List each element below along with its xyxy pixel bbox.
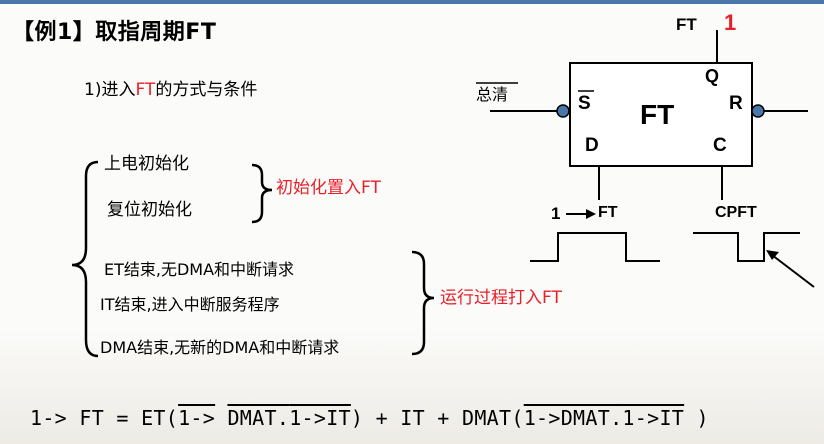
pin-c-label: C — [713, 135, 727, 156]
init-item-power-on: 上电初始化 — [104, 154, 189, 174]
formula-lhs: 1-> FT = ET( — [30, 406, 179, 430]
pin-s-label: S — [578, 93, 591, 114]
q-output-name: FT — [676, 15, 697, 34]
pin-r-label: R — [729, 93, 743, 114]
formula-not-dmat: DMAT. — [227, 406, 290, 430]
init-right-brace — [251, 163, 273, 224]
formula-mid: ) + IT + DMAT( — [350, 406, 524, 430]
pin-d-label: D — [585, 135, 599, 156]
formula-end: ) — [696, 406, 709, 430]
run-item-it: IT结束,进入中断服务程序 — [100, 295, 280, 314]
run-item-et: ET结束,无DMA和中断请求 — [104, 260, 295, 279]
run-item-dma: DMA结束,无新的DMA和中断请求 — [100, 338, 340, 357]
run-right-brace — [411, 250, 435, 356]
clear-label: 总清 — [476, 85, 509, 104]
run-result-label: 运行过程打入FT — [440, 288, 562, 308]
d-input-value: 1 — [551, 204, 561, 223]
s-invert-bubble — [556, 104, 570, 118]
flipflop-name: FT — [640, 99, 675, 130]
pin-q-label: Q — [705, 66, 720, 86]
d-arrow-head — [586, 209, 596, 219]
big-left-brace — [71, 160, 99, 358]
formula-not-it-2: 1->IT — [622, 406, 685, 430]
formula: 1-> FT = ET(1-> DMAT.1->IT) + IT + DMAT(… — [30, 406, 709, 430]
formula-not-dmat-2: 1->DMAT. — [523, 406, 623, 430]
diagram-canvas — [71, 30, 815, 358]
d-input-name: FT — [598, 204, 618, 221]
init-item-reset: 复位初始化 — [107, 200, 192, 220]
r-invert-bubble — [751, 104, 765, 118]
q-output-value: 1 — [724, 10, 737, 35]
ft-waveform — [530, 232, 660, 262]
formula-not-1: 1-> — [178, 406, 216, 430]
edge-pointer-line — [771, 254, 815, 288]
cpft-waveform — [693, 232, 800, 262]
init-result-label: 初始化置入FT — [276, 178, 381, 198]
formula-not-it: 1->IT — [289, 406, 351, 430]
clock-label: CPFT — [715, 204, 757, 221]
